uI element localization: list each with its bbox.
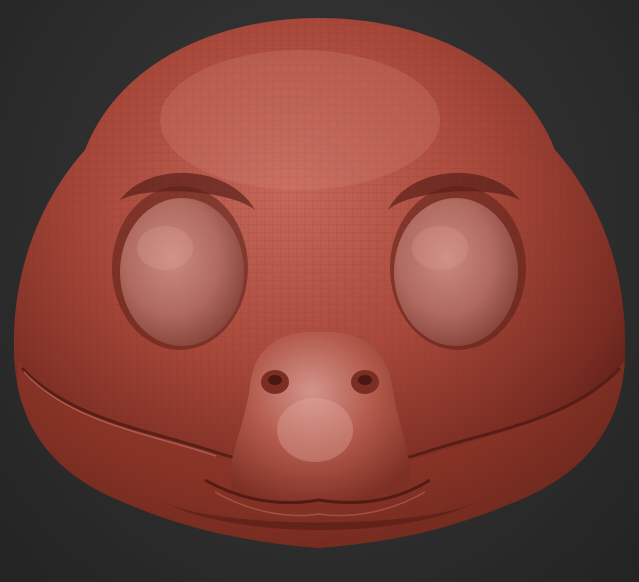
sculpt-model-canvas[interactable] — [0, 0, 639, 582]
right-eye-socket — [390, 186, 526, 350]
left-eye-socket — [112, 186, 248, 350]
3d-viewport[interactable] — [0, 0, 639, 582]
